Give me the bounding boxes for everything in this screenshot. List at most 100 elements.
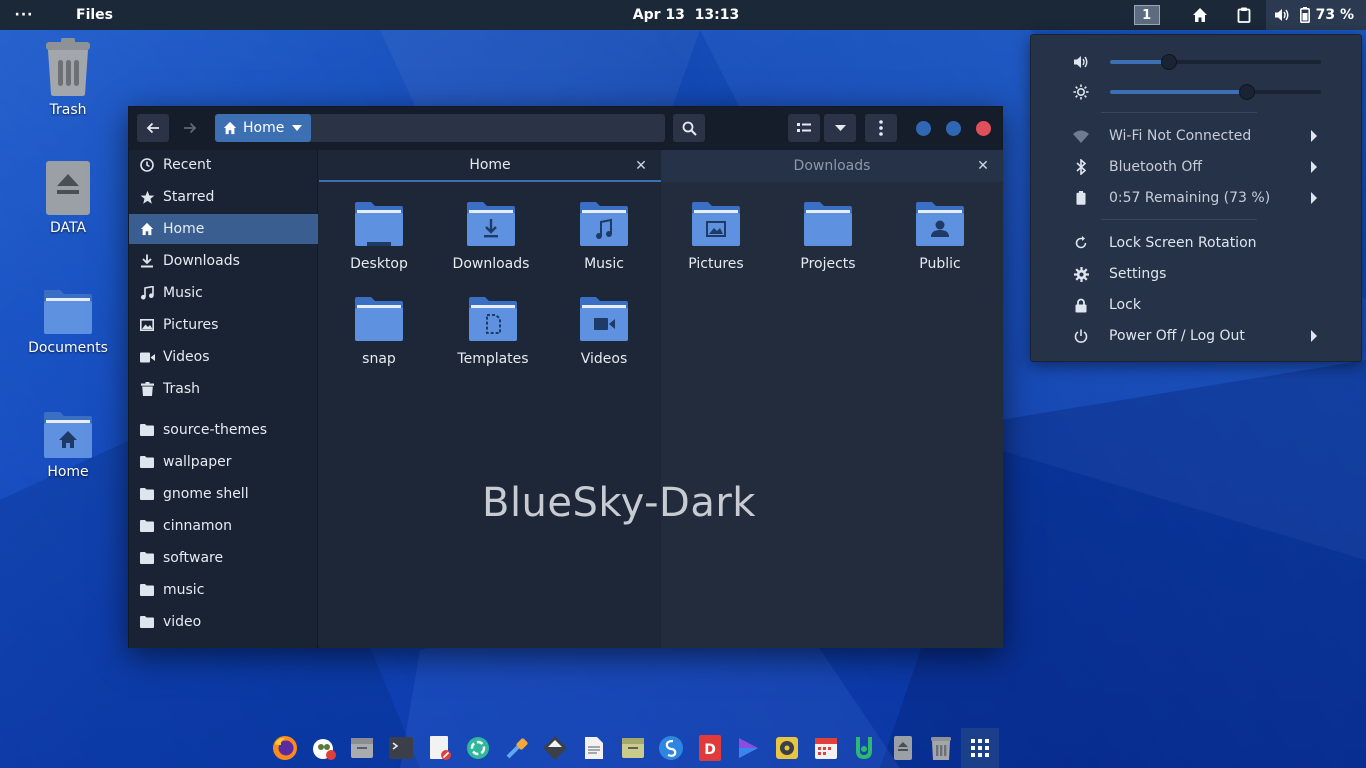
search-button[interactable] [673,114,705,142]
desktop-home[interactable]: Home [18,410,118,480]
file-item-label: Projects [800,256,856,272]
sidebar-item-label: Trash [163,381,200,397]
system-status-area[interactable]: 73 % [1265,0,1366,30]
file-item-public[interactable]: Public [890,200,990,272]
tab-bar: Home ✕ Downloads ✕ [319,150,1003,182]
rotation-lock-menu-item[interactable]: Lock Screen Rotation [1031,228,1363,258]
sidebar-item-home[interactable]: Home [129,214,318,244]
lock-menu-item[interactable]: Lock [1031,290,1363,320]
files-icon[interactable] [343,728,382,768]
document-icon[interactable] [575,728,614,768]
location-bar[interactable]: Home [215,114,665,142]
maximize-button[interactable] [946,121,961,136]
sidebar-item-trash[interactable]: Trash [129,374,318,404]
brightness-slider-knob[interactable] [1239,84,1255,100]
music-icon [139,285,155,301]
git-icon[interactable] [845,728,884,768]
main-menu-button[interactable] [865,114,897,142]
file-item-pictures[interactable]: Pictures [666,200,766,272]
drive-icon [46,161,90,215]
tab-home[interactable]: Home ✕ [319,150,661,182]
clipboard-icon[interactable] [1222,0,1266,30]
trash-icon[interactable] [922,728,961,768]
volume-slider-knob[interactable] [1161,54,1177,70]
sidebar-item-bookmark[interactable]: gnome shell [129,479,318,509]
close-button[interactable] [976,121,991,136]
sidebar-item-label: Pictures [163,317,219,333]
view-options-button[interactable] [824,114,856,142]
close-icon[interactable]: ✕ [975,158,991,174]
file-item-label: Templates [457,351,529,367]
close-icon[interactable]: ✕ [633,158,649,174]
clock-time: 13:13 [694,7,740,23]
brightness-icon [1073,84,1089,100]
file-item-desktop[interactable]: Desktop [329,200,429,272]
inkscape-icon[interactable] [536,728,575,768]
list-view-icon [797,123,811,132]
path-home-button[interactable]: Home [215,114,311,142]
firefox-icon[interactable] [266,728,305,768]
file-item-snap[interactable]: snap [329,295,429,367]
home-icon [139,221,155,237]
text-editor-icon[interactable] [420,728,459,768]
clock-button[interactable]: Apr 13 13:13 [633,7,739,23]
sidebar-item-recent[interactable]: Recent [129,150,318,180]
back-button[interactable] [137,114,169,142]
rhythmbox-icon[interactable] [768,728,807,768]
sidebar-item-bookmark[interactable]: wallpaper [129,447,318,477]
sidebar-item-bookmark[interactable]: cinnamon [129,511,318,541]
sidebar-item-bookmark[interactable]: software [129,543,318,573]
sidebar-item-music[interactable]: Music [129,278,318,308]
sidebar-item-bookmark[interactable]: source-themes [129,415,318,445]
calendar-icon[interactable] [806,728,845,768]
sidebar-item-videos[interactable]: Videos [129,342,318,372]
file-item-projects[interactable]: Projects [778,200,878,272]
workspace-indicator[interactable]: 1 [1133,5,1160,25]
volume-icon [1073,54,1089,70]
file-item-templates[interactable]: Templates [443,295,543,367]
recycle-app-icon[interactable] [459,728,498,768]
desktop-trash[interactable]: Trash [18,38,118,118]
home-folder-icon [44,412,92,458]
show-apps-icon[interactable] [960,728,999,768]
power-menu-item[interactable]: Power Off / Log Out [1031,321,1363,351]
simplenote-icon[interactable] [652,728,691,768]
desktop-data-drive[interactable]: DATA [18,160,118,236]
list-view-button[interactable] [788,114,820,142]
sidebar-item-downloads[interactable]: Downloads [129,246,318,276]
image-icon [139,317,155,333]
sidebar-item-starred[interactable]: Starred [129,182,318,212]
gimp-icon[interactable] [305,728,344,768]
sidebar-item-bookmark[interactable]: music [129,575,318,605]
theme-watermark: BlueSky-Dark [482,480,756,526]
file-item-videos[interactable]: Videos [554,295,654,367]
minimize-button[interactable] [916,121,931,136]
wifi-menu-item[interactable]: Wi-Fi Not Connected [1031,121,1363,151]
sidebar-item-pictures[interactable]: Pictures [129,310,318,340]
file-item-music[interactable]: Music [554,200,654,272]
forward-button[interactable] [174,114,206,142]
media-player-icon[interactable] [729,728,768,768]
brightness-slider[interactable] [1110,84,1321,100]
sidebar-item-bookmark[interactable]: video [129,607,318,637]
chevron-right-icon [1311,161,1317,173]
terminal-icon[interactable] [382,728,421,768]
volume-slider[interactable] [1110,54,1321,70]
app-menu[interactable]: Files [76,7,113,23]
settings-menu-item[interactable]: Settings [1031,259,1363,289]
bluetooth-menu-item[interactable]: Bluetooth Off [1031,152,1363,182]
drive-icon[interactable] [884,728,923,768]
folder-icon [355,297,403,341]
bluetooth-icon [1073,159,1089,175]
files-alt-icon[interactable] [613,728,652,768]
desktop-documents[interactable]: Documents [18,288,118,356]
home-icon[interactable] [1178,0,1222,30]
file-item-label: Desktop [350,256,408,272]
tab-downloads[interactable]: Downloads ✕ [661,150,1003,182]
color-picker-icon[interactable] [498,728,537,768]
svg-text:D: D [704,742,716,758]
activities-button[interactable]: ··· [0,7,48,23]
battery-menu-item[interactable]: 0:57 Remaining (73 %) [1031,183,1363,213]
file-item-downloads[interactable]: Downloads [441,200,541,272]
docs-app-icon[interactable]: D [691,728,730,768]
